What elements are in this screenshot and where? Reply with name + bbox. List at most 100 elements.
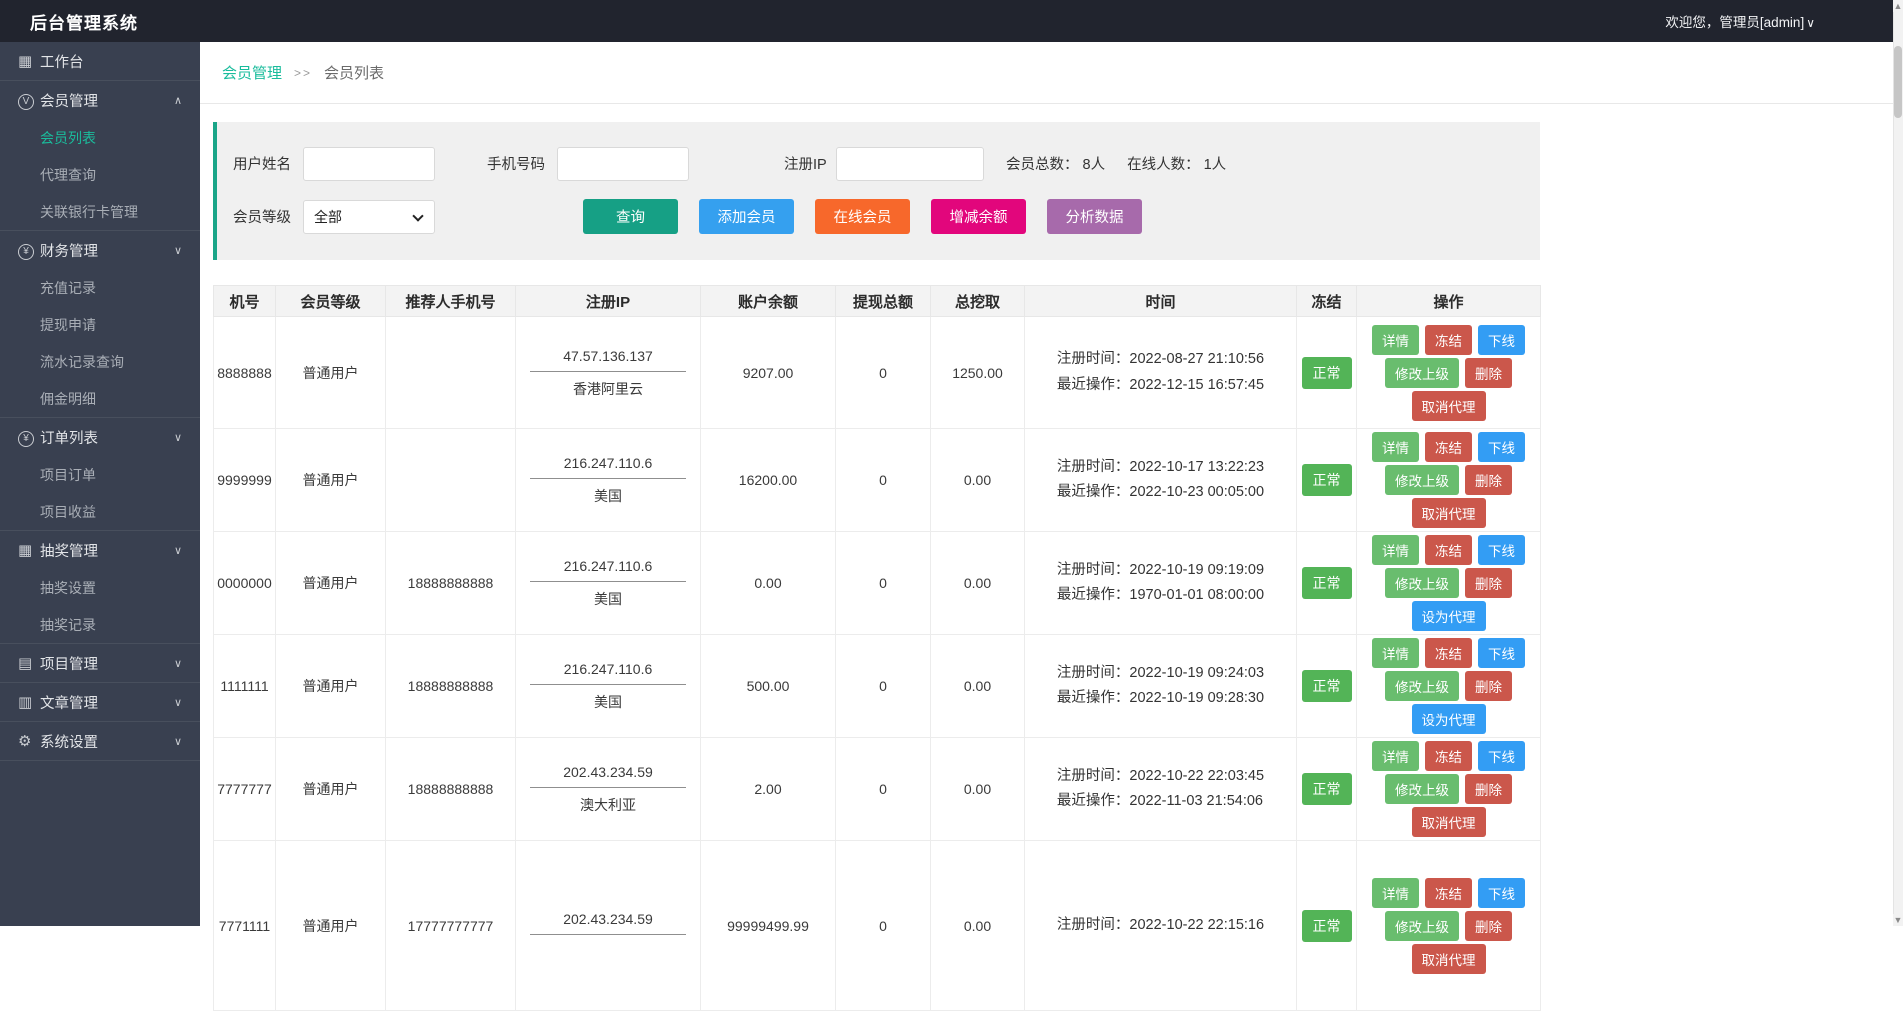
table-body: 8888888普通用户47.57.136.137香港阿里云9207.000125… <box>214 317 1541 1011</box>
ip-address: 47.57.136.137 <box>530 343 686 372</box>
agent-toggle-button[interactable]: 取消代理 <box>1412 391 1486 421</box>
modify-parent-button[interactable]: 修改上级 <box>1385 774 1459 804</box>
status-badge[interactable]: 正常 <box>1302 773 1352 805</box>
cell-register-ip: 216.247.110.6美国 <box>516 635 701 738</box>
breadcrumb: 会员管理 >> 会员列表 <box>200 42 1903 104</box>
offline-button[interactable]: 下线 <box>1478 535 1525 565</box>
agent-toggle-button[interactable]: 取消代理 <box>1412 498 1486 528</box>
vertical-scrollbar[interactable]: ▲ ▼ <box>1893 0 1903 926</box>
detail-button[interactable]: 详情 <box>1372 638 1419 668</box>
ip-address: 216.247.110.6 <box>530 450 686 479</box>
username-input[interactable] <box>303 147 435 181</box>
detail-button[interactable]: 详情 <box>1372 432 1419 462</box>
sidebar-subitem-抽奖设置[interactable]: 抽奖设置 <box>0 569 200 606</box>
modify-parent-button[interactable]: 修改上级 <box>1385 358 1459 388</box>
detail-button[interactable]: 详情 <box>1372 325 1419 355</box>
delete-button[interactable]: 删除 <box>1465 465 1512 495</box>
cell-time: 注册时间：2022-10-19 09:24:03最近操作：2022-10-19 … <box>1025 635 1297 738</box>
sidebar-item-抽奖管理[interactable]: ▦抽奖管理∨ <box>0 531 200 569</box>
status-badge[interactable]: 正常 <box>1302 670 1352 702</box>
user-menu[interactable]: 欢迎您，管理员[admin]∨ <box>1665 11 1815 31</box>
scroll-down-arrow-icon[interactable]: ▼ <box>1893 914 1903 926</box>
sidebar-subitem-流水记录查询[interactable]: 流水记录查询 <box>0 343 200 380</box>
sidebar-item-会员管理[interactable]: V会员管理∧ <box>0 81 200 119</box>
chevron-down-icon: ∨ <box>174 244 182 257</box>
freeze-button[interactable]: 冻结 <box>1425 741 1472 771</box>
sidebar-subitem-提现申请[interactable]: 提现申请 <box>0 306 200 343</box>
freeze-button[interactable]: 冻结 <box>1425 325 1472 355</box>
chevron-up-icon: ∧ <box>174 94 182 107</box>
delete-button[interactable]: 删除 <box>1465 568 1512 598</box>
sidebar-subitem-项目收益[interactable]: 项目收益 <box>0 493 200 530</box>
breadcrumb-page: 会员列表 <box>324 62 384 83</box>
delete-button[interactable]: 删除 <box>1465 358 1512 388</box>
cell-register-ip: 202.43.234.59澳大利亚 <box>516 738 701 841</box>
sidebar-group: ¥订单列表∨项目订单项目收益 <box>0 418 200 531</box>
scrollbar-thumb[interactable] <box>1894 46 1902 118</box>
status-badge[interactable]: 正常 <box>1302 464 1352 496</box>
modify-parent-button[interactable]: 修改上级 <box>1385 465 1459 495</box>
offline-button[interactable]: 下线 <box>1478 638 1525 668</box>
member-level-select[interactable]: 全部 <box>303 200 435 234</box>
sidebar-subitem-代理查询[interactable]: 代理查询 <box>0 156 200 193</box>
delete-button[interactable]: 删除 <box>1465 671 1512 701</box>
chevron-down-icon: ∨ <box>174 544 182 557</box>
modify-parent-button[interactable]: 修改上级 <box>1385 671 1459 701</box>
cell-time: 注册时间：2022-10-17 13:22:23最近操作：2022-10-23 … <box>1025 429 1297 532</box>
sidebar-item-项目管理[interactable]: ▤项目管理∨ <box>0 644 200 682</box>
time-register: 注册时间：2022-08-27 21:10:56 <box>1057 347 1264 372</box>
sidebar-item-label: 项目管理 <box>40 653 98 674</box>
register-ip-input[interactable] <box>836 147 984 181</box>
freeze-button[interactable]: 冻结 <box>1425 878 1472 908</box>
status-badge[interactable]: 正常 <box>1302 567 1352 599</box>
filter-button-查询[interactable]: 查询 <box>583 199 678 234</box>
op-line-3: 设为代理 <box>1357 704 1540 734</box>
freeze-button[interactable]: 冻结 <box>1425 432 1472 462</box>
modify-parent-button[interactable]: 修改上级 <box>1385 568 1459 598</box>
sidebar-item-文章管理[interactable]: ▥文章管理∨ <box>0 683 200 721</box>
delete-button[interactable]: 删除 <box>1465 774 1512 804</box>
op-line-1: 详情冻结下线 <box>1357 741 1540 771</box>
filter-button-在线会员[interactable]: 在线会员 <box>815 199 910 234</box>
time-last-operation: 最近操作：2022-11-03 21:54:06 <box>1057 789 1264 814</box>
filter-button-分析数据[interactable]: 分析数据 <box>1047 199 1142 234</box>
order-circle-icon: ¥ <box>18 431 34 447</box>
cell-phone: 7777777 <box>214 738 276 841</box>
agent-toggle-button[interactable]: 取消代理 <box>1412 807 1486 837</box>
detail-button[interactable]: 详情 <box>1372 535 1419 565</box>
cell-operations: 详情冻结下线修改上级删除取消代理 <box>1357 429 1541 532</box>
sidebar-subitem-佣金明细[interactable]: 佣金明细 <box>0 380 200 417</box>
column-header-推荐人手机号: 推荐人手机号 <box>386 286 516 317</box>
time-register: 注册时间：2022-10-22 22:03:45 <box>1057 764 1264 789</box>
filter-button-添加会员[interactable]: 添加会员 <box>699 199 794 234</box>
agent-toggle-button[interactable]: 设为代理 <box>1412 704 1486 734</box>
sidebar-item-财务管理[interactable]: ¥财务管理∨ <box>0 231 200 269</box>
sidebar-subitem-充值记录[interactable]: 充值记录 <box>0 269 200 306</box>
sidebar-subitem-抽奖记录[interactable]: 抽奖记录 <box>0 606 200 643</box>
filter-button-增减余额[interactable]: 增减余额 <box>931 199 1026 234</box>
sidebar-item-系统设置[interactable]: ⚙系统设置∨ <box>0 722 200 760</box>
agent-toggle-button[interactable]: 设为代理 <box>1412 601 1486 631</box>
detail-button[interactable]: 详情 <box>1372 878 1419 908</box>
scroll-up-arrow-icon[interactable]: ▲ <box>1893 0 1903 12</box>
freeze-button[interactable]: 冻结 <box>1425 535 1472 565</box>
sidebar-item-工作台[interactable]: ▦工作台 <box>0 42 200 80</box>
offline-button[interactable]: 下线 <box>1478 325 1525 355</box>
sidebar-subitem-会员列表[interactable]: 会员列表 <box>0 119 200 156</box>
breadcrumb-section-link[interactable]: 会员管理 <box>222 62 282 83</box>
time-register: 注册时间：2022-10-19 09:24:03 <box>1057 661 1264 686</box>
freeze-button[interactable]: 冻结 <box>1425 638 1472 668</box>
status-badge[interactable]: 正常 <box>1302 357 1352 389</box>
cell-time: 注册时间：2022-10-22 22:03:45最近操作：2022-11-03 … <box>1025 738 1297 841</box>
phone-input[interactable] <box>557 147 689 181</box>
sidebar-subitem-项目订单[interactable]: 项目订单 <box>0 456 200 493</box>
sidebar-item-订单列表[interactable]: ¥订单列表∨ <box>0 418 200 456</box>
agent-toggle-button[interactable]: 取消代理 <box>1412 944 1486 974</box>
offline-button[interactable]: 下线 <box>1478 741 1525 771</box>
detail-button[interactable]: 详情 <box>1372 741 1419 771</box>
offline-button[interactable]: 下线 <box>1478 432 1525 462</box>
member-stats: 会员总数： 8人在线人数： 1人 <box>1006 153 1248 174</box>
offline-button[interactable]: 下线 <box>1478 878 1525 908</box>
time-register: 注册时间：2022-10-17 13:22:23 <box>1057 455 1264 480</box>
sidebar-subitem-关联银行卡管理[interactable]: 关联银行卡管理 <box>0 193 200 230</box>
